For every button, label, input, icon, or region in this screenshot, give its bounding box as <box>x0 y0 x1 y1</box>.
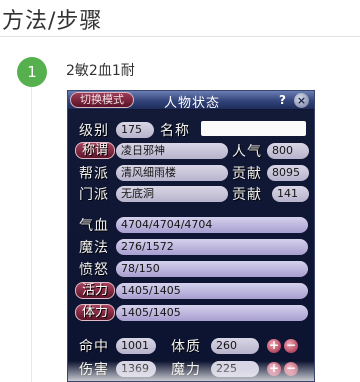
vitality-button[interactable]: 活力 <box>75 282 115 299</box>
level-label: 级别 <box>79 123 109 139</box>
mp-label: 魔法 <box>79 240 109 256</box>
stamina-button[interactable]: 体力 <box>75 304 115 321</box>
vitality-value: 1405/1405 <box>116 283 308 299</box>
hp-label: 气血 <box>79 218 109 234</box>
hit-value: 1001 <box>116 338 156 354</box>
page-title: 方法/步骤 <box>2 9 103 34</box>
hp-value: 4704/4704/4704 <box>116 217 308 233</box>
faction-label: 帮派 <box>79 166 109 182</box>
name-label: 名称 <box>160 123 190 139</box>
character-status-panel: 切换模式 人物状态 ? × 级别 175 名称 称谓 凌日邪神 人气 800 帮… <box>67 90 315 382</box>
school-contribution-label: 贡献 <box>232 187 262 203</box>
step-rail <box>31 87 32 382</box>
constitution-value: 260 <box>211 338 259 354</box>
contribution-value: 8095 <box>267 165 309 181</box>
school-label: 门派 <box>79 187 109 203</box>
mp-value: 276/1572 <box>116 239 308 255</box>
stamina-value: 1405/1405 <box>116 305 308 321</box>
step-text: 2敏2血1耐 <box>66 63 135 79</box>
contribution-label: 贡献 <box>232 166 262 182</box>
panel-title: 人物状态 <box>164 96 221 111</box>
rage-label: 愤怒 <box>79 262 109 278</box>
name-field <box>201 121 306 136</box>
nickname-value: 凌日邪神 <box>116 143 228 159</box>
popularity-label: 人气 <box>232 144 262 160</box>
panel-titlebar: 切换模式 人物状态 ? × <box>68 91 314 111</box>
constitution-label: 体质 <box>171 339 201 355</box>
hit-label: 命中 <box>79 339 109 355</box>
faction-value: 清风细雨楼 <box>116 165 228 181</box>
constitution-plus-button[interactable]: + <box>267 339 281 353</box>
rage-value: 78/150 <box>116 261 308 277</box>
bottom-fade <box>68 361 314 381</box>
level-value: 175 <box>116 122 154 138</box>
popularity-value: 800 <box>267 143 309 159</box>
step-number-badge: 1 <box>17 57 47 87</box>
close-icon[interactable]: × <box>294 93 309 108</box>
switch-mode-button[interactable]: 切换模式 <box>70 92 134 108</box>
school-value: 无底洞 <box>116 186 228 202</box>
school-contribution-value: 141 <box>272 186 309 202</box>
help-icon[interactable]: ? <box>275 93 290 108</box>
title-divider <box>0 36 360 37</box>
constitution-minus-button[interactable]: − <box>284 339 298 353</box>
nickname-button[interactable]: 称谓 <box>75 142 115 159</box>
